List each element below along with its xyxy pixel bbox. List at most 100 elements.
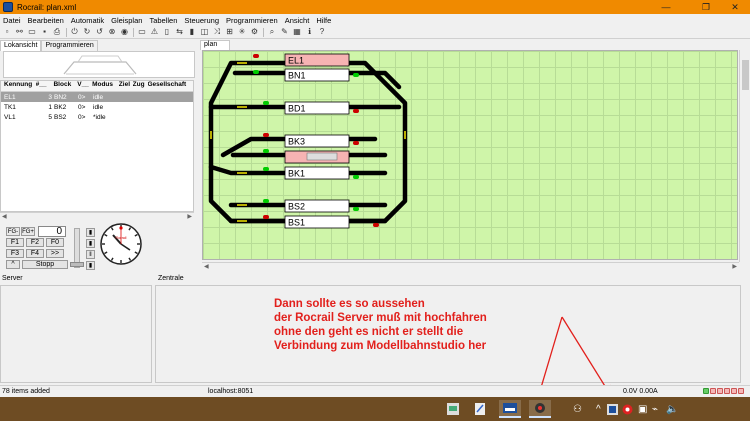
maximize-button[interactable]: ❐ (691, 0, 721, 14)
col-zug[interactable]: Zug (133, 81, 148, 91)
col-gesellschaft[interactable]: Gesellschaft (148, 81, 194, 91)
loco-table-scrollbar[interactable]: ◀ ▶ (0, 212, 194, 220)
tray-network-drive-icon[interactable]: ▣ (638, 402, 647, 416)
table-row[interactable]: VL1 5 BS2 0> *idle (1, 112, 193, 122)
more-functions-button[interactable]: >> (46, 249, 64, 258)
edit-icon[interactable]: ✎ (280, 27, 290, 37)
menu-automatik[interactable]: Automatik (71, 16, 104, 25)
tab-plan[interactable]: plan (200, 40, 230, 50)
server-log-pane[interactable] (0, 285, 152, 383)
lamp-icon[interactable]: ✳ (237, 27, 247, 37)
loco-table: Kennung #__ Block V__ Modus Ziel Zug Ges… (0, 80, 194, 212)
zentrale-pane-label: Zentrale (158, 275, 184, 282)
col-block[interactable]: Block (53, 81, 77, 91)
tray-expand-icon[interactable]: ^ (596, 402, 601, 416)
save-icon[interactable]: ▪ (40, 27, 50, 37)
menu-datei[interactable]: Datei (3, 16, 21, 25)
emergency-stop-icon[interactable]: ⊗ (107, 27, 117, 37)
open-icon[interactable]: ▭ (27, 27, 37, 37)
people-icon[interactable]: ⚇ (573, 402, 582, 416)
tray-app-icon[interactable] (607, 402, 618, 416)
menu-ansicht[interactable]: Ansicht (285, 16, 310, 25)
action-icon[interactable]: ⚙ (250, 27, 260, 37)
f4-button[interactable]: F4 (26, 249, 44, 258)
warning-icon[interactable]: ⚠ (150, 27, 160, 37)
menu-gleisplan[interactable]: Gleisplan (111, 16, 142, 25)
print-icon[interactable]: ⎙ (52, 27, 62, 37)
menu-tabellen[interactable]: Tabellen (149, 16, 177, 25)
direction-up-button[interactable]: ^ (6, 260, 20, 269)
taskbar-app-editor-icon[interactable] (469, 400, 491, 418)
clock-brand: Rocrail (116, 236, 127, 240)
auto-off-icon[interactable]: ↺ (95, 27, 105, 37)
menu-programmieren[interactable]: Programmieren (226, 16, 278, 25)
pause-icon[interactable]: ‖ (86, 250, 95, 259)
status-led (724, 388, 730, 394)
col-v[interactable]: V__ (77, 81, 92, 91)
loco-icon[interactable]: ▭ (137, 27, 147, 37)
fg-plus-button[interactable]: FG+ (21, 227, 35, 236)
zoom-icon[interactable]: ⌕ (267, 27, 277, 37)
row-kennung: TK1 (4, 103, 16, 111)
scrollbar-thumb[interactable] (742, 60, 749, 90)
connect-icon[interactable]: ⚯ (15, 27, 25, 37)
scroll-left-icon[interactable]: ◀ (204, 263, 209, 270)
train-in-block-icon (306, 152, 338, 161)
tab-programmieren[interactable]: Programmieren (41, 40, 98, 51)
help-icon[interactable]: ? (317, 27, 327, 37)
f2-button[interactable]: F2 (26, 238, 44, 247)
switch-icon[interactable]: ⊞ (225, 27, 235, 37)
menu-hilfe[interactable]: Hilfe (316, 16, 331, 25)
taskbar-app-modellbahn-icon[interactable] (442, 400, 464, 418)
plan-horizontal-scrollbar[interactable]: ◀ ▶ (202, 262, 739, 270)
sensor-icon[interactable]: ◫ (200, 27, 210, 37)
volume-icon[interactable]: 🔈 (666, 402, 678, 416)
track-plan-canvas[interactable]: EL1 BN1 BD1 BK3 BK1 BS2 BS1 (202, 50, 738, 260)
taskbar-app-rocrail-server-icon[interactable] (529, 400, 551, 418)
menu-bearbeiten[interactable]: Bearbeiten (28, 16, 64, 25)
tray-rocrail-icon[interactable] (622, 402, 633, 416)
reverse-icon[interactable]: ▮ (86, 261, 95, 270)
f3-button[interactable]: F3 (6, 249, 24, 258)
row-v: 0> (78, 113, 86, 121)
annotation-line: der Rocrail Server muß mit hochfahren (274, 312, 487, 324)
scroll-right-icon[interactable]: ▶ (732, 263, 737, 270)
tab-lokansicht[interactable]: Lokansicht (0, 40, 42, 51)
forward-icon[interactable]: ▮ (86, 228, 95, 237)
f0-button[interactable]: F0 (46, 238, 64, 247)
close-button[interactable]: ✕ (720, 0, 750, 14)
col-nummer[interactable]: #__ (36, 81, 54, 91)
loco-image-preview (3, 51, 195, 78)
row-kennung: VL1 (4, 113, 16, 121)
menu-steuerung[interactable]: Steuerung (184, 16, 219, 25)
power-icon[interactable]: ⏻ (70, 27, 80, 37)
auto-on-icon[interactable]: ↻ (82, 27, 92, 37)
tray-power-icon[interactable]: ⌁ (652, 402, 658, 416)
speed-slider-thumb[interactable] (70, 262, 84, 267)
col-ziel[interactable]: Ziel (119, 81, 133, 91)
light-icon[interactable]: ◉ (120, 27, 130, 37)
f1-button[interactable]: F1 (6, 238, 24, 247)
route-icon[interactable]: ⇆ (175, 27, 185, 37)
fg-minus-button[interactable]: FG- (6, 227, 20, 236)
minimize-button[interactable]: — (651, 0, 681, 14)
signal-icon[interactable]: ▮ (187, 27, 197, 37)
stop-button[interactable]: Stopp (22, 260, 68, 269)
scroll-right-icon[interactable]: ▶ (187, 213, 192, 220)
shuffle-icon[interactable]: ⤨ (212, 27, 222, 37)
status-leds (703, 388, 745, 394)
col-modus[interactable]: Modus (92, 81, 119, 91)
table-row[interactable]: EL1 3 BN2 0> idle (1, 92, 193, 102)
info-icon[interactable]: ℹ (305, 27, 315, 37)
table-row[interactable]: TK1 1 BK2 0> idle (1, 102, 193, 112)
toolbar-separator (263, 27, 264, 37)
light-toggle-icon[interactable]: ▮ (86, 239, 95, 248)
col-kennung[interactable]: Kennung (1, 81, 36, 91)
block-icon[interactable]: ▯ (162, 27, 172, 37)
grid-icon[interactable]: ▦ (292, 27, 302, 37)
status-bar: 78 items added localhost:8051 0.0V 0.00A (0, 385, 750, 397)
new-file-icon[interactable]: ▫ (2, 27, 12, 37)
plan-vertical-scrollbar[interactable] (739, 50, 750, 262)
scroll-left-icon[interactable]: ◀ (2, 213, 7, 220)
taskbar-app-rocrail-icon[interactable] (499, 400, 521, 418)
